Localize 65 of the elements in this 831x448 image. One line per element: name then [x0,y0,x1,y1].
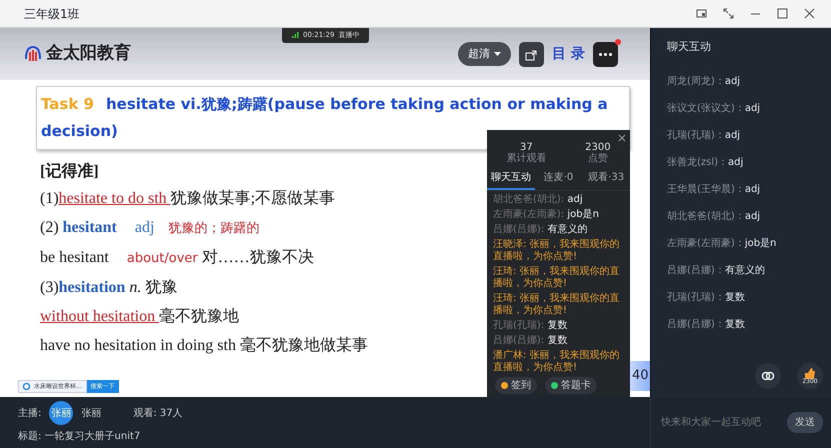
pin-icon[interactable] [696,8,707,19]
stat-value: 2300 [585,142,611,153]
stat-label: 点赞 [586,153,609,164]
chat-message: 周龙(周龙)：adj [666,74,742,88]
chat-message: 左雨豪(左雨豪)：job是n [666,236,778,250]
slide-text-line: (1)hesitate to do sth 犹豫做某事;不愿做某事 [40,188,336,209]
chat-message: 张议文(张议文)：adj [666,102,762,116]
class-title: 标题: 一轮复习大册子unit7 [18,430,142,444]
notice-message: 潘广林: 张丽，我来围观你的直播啦，为你点赞! [493,350,621,374]
chat-message: 孔瑞(孔瑞)：adj [666,128,742,142]
link-button[interactable] [755,363,781,389]
host-avatar: 张丽 [49,401,74,425]
chat-message: 王华晨(王华晨)：adj [666,182,762,196]
chat-input-field[interactable]: 快来和大家一起互动吧 [659,414,783,431]
table-of-contents-link[interactable]: 目 录 [552,44,585,64]
chat-message: 左雨豪(左雨豪): job是n [493,209,600,221]
chat-title: 聊天互动 [666,39,712,55]
panel-tab[interactable]: 聊天互动 [487,168,535,190]
logo-icon [24,45,42,63]
chat-message: 孔瑞(孔瑞): 复数 [493,320,568,332]
window-title: 三年级1班 [24,6,80,22]
browser-icon [23,383,30,390]
notice-message: 汪琦: 张丽，我来围观你的直播啦，为你点赞! [493,293,621,317]
host-name: 张丽 [81,406,102,420]
logo-text: 金太阳教育 [46,42,131,66]
viewer-count: 观看: 37人 [133,406,183,420]
share-button[interactable] [519,42,544,66]
notice-message: 汪晓泽: 张丽，我来围观你的直播啦，为你点赞! [493,239,621,263]
page-number-badge: 40 [630,361,650,391]
fullscreen-icon[interactable] [723,8,734,19]
thumbs-up-icon [804,368,816,378]
quality-dropdown[interactable]: 超清 [458,42,512,66]
stat-value: 37 [520,142,534,153]
slide-text-line: have no hesitation in doing sth 毫不犹豫地做某事 [40,336,368,356]
panel-tab[interactable]: 观看·33 [582,168,630,190]
chat-message: 吕娜(吕娜)：复数 [666,318,746,332]
notice-message: 汪琦: 张丽，我来围观你的直播啦，为你点赞! [493,266,621,290]
more-button[interactable] [593,42,618,66]
chat-message: 吕娜(吕娜): 复数 [493,335,568,347]
chat-message: 吕娜(吕娜): 有意义的 [493,224,588,236]
chat-message: 胡北爸爸(胡北)：adj [666,210,762,224]
slide-text-line: be hesitant about/over 对……犹豫不决 [40,248,314,268]
slide-text-line: (3)hesitation n. 犹豫 [40,278,178,298]
link-icon [761,370,775,382]
send-button[interactable]: 发送 [787,412,823,433]
maximize-icon[interactable] [777,8,788,19]
stat-label: 累计观看 [506,153,546,164]
task-heading: Task 9 hesitate vi.犹豫;踌躇(pause before taking action or making a decision) [41,95,608,140]
close-icon[interactable] [618,134,626,142]
rotate-icon [525,48,538,60]
signal-icon [292,32,299,38]
caret-icon [494,52,502,56]
panel-action-button[interactable]: 答题卡 [545,377,597,394]
chat-message: 孔瑞(孔瑞)：复数 [666,290,746,304]
host-label: 主播: [18,406,42,420]
more-icon [599,52,612,56]
chat-message: 张善龙(zsl)：adj [666,156,744,170]
chat-message: 吕娜(吕娜)：有意义的 [666,264,766,278]
panel-action-button[interactable]: 签到 [495,377,537,394]
slide-text-line: without hesitation 毫不犹豫地 [40,306,240,327]
section-title: [记得准] [40,162,99,182]
panel-tab[interactable]: 连麦·0 [534,168,582,190]
chat-message: 胡北爸爸(胡北): adj [493,194,584,206]
close-icon[interactable] [804,8,815,19]
slide-text-line: (2) hesitant adj 犹豫的；踌躇的 [40,218,260,238]
